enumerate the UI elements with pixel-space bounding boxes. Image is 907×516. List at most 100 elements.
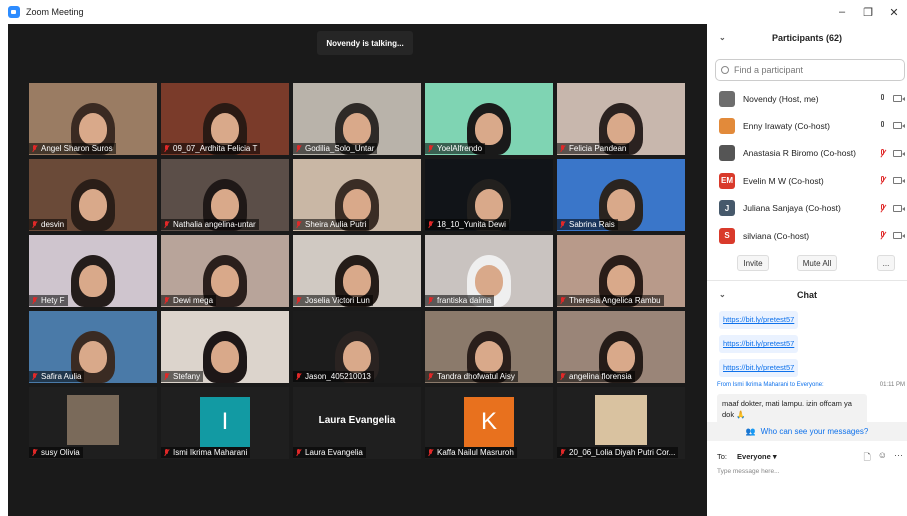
invite-button[interactable]: Invite	[737, 255, 769, 272]
video-tile[interactable]: desvin	[29, 159, 157, 231]
mic-muted-icon[interactable]	[879, 203, 886, 214]
participant-row[interactable]: J Juliana Sanjaya (Co-host)	[707, 195, 907, 222]
participant-name: Sabrina Rais	[569, 220, 615, 229]
tile-name-label: Stefany	[161, 371, 204, 382]
chat-messages: https://bit.ly/pretest57 https://bit.ly/…	[707, 309, 907, 425]
video-tile[interactable]: 20_06_Lolia Diyah Putri Cor...	[557, 387, 685, 459]
camera-off-icon[interactable]	[893, 204, 905, 212]
participant-name: 18_10_Yunita Dewi	[437, 220, 506, 229]
chat-input[interactable]: Type message here...	[717, 468, 780, 475]
video-tile[interactable]: Godilia_Solo_Untar	[293, 83, 421, 155]
mic-muted-icon[interactable]	[879, 230, 886, 241]
participant-name: desvin	[41, 220, 65, 229]
mic-muted-icon	[427, 220, 434, 229]
recipient-select[interactable]: Everyone ▾	[737, 452, 777, 461]
mic-muted-icon	[295, 372, 302, 381]
video-tile[interactable]: Jason_405210013	[293, 311, 421, 383]
tile-name-label: Theresia Angelica Rambu	[557, 295, 664, 306]
video-tile[interactable]: YoelAlfrendo	[425, 83, 553, 155]
participant-actions: Invite Mute All ...	[707, 249, 907, 277]
side-panel: ⌄ Participants (62) Find a participant N…	[707, 24, 907, 516]
person-face	[79, 113, 107, 145]
mic-muted-icon	[295, 296, 302, 305]
video-tile[interactable]: I Ismi Ikrima Maharani	[161, 387, 289, 459]
participant-name: Anastasia R Biromo (Co-host)	[743, 148, 856, 159]
person-face	[79, 189, 107, 221]
participant-search-input[interactable]: Find a participant	[715, 59, 905, 81]
participant-row[interactable]: Ssilviana (Co-host)	[707, 222, 907, 249]
chat-tools: 🗋 ☺ ⋯	[864, 450, 903, 466]
mic-icon[interactable]	[879, 94, 886, 104]
mic-muted-icon	[31, 448, 38, 457]
person-face	[343, 189, 371, 221]
mic-muted-icon	[559, 448, 566, 457]
video-tile[interactable]: Joselia Victori Lun	[293, 235, 421, 307]
file-icon[interactable]: 🗋	[864, 450, 871, 466]
collapse-chat-chevron-icon[interactable]: ⌄	[719, 290, 726, 299]
video-tile[interactable]: Safira Aulia	[29, 311, 157, 383]
mic-muted-icon	[559, 296, 566, 305]
chat-link[interactable]: https://bit.ly/pretest57	[719, 311, 799, 330]
zoom-app-icon	[8, 6, 20, 18]
video-tile[interactable]: Hety F	[29, 235, 157, 307]
mic-muted-icon	[559, 372, 566, 381]
more-button[interactable]: ...	[877, 255, 895, 272]
participant-row[interactable]: Anastasia R Biromo (Co-host)	[707, 140, 907, 167]
mic-muted-icon	[163, 372, 170, 381]
camera-off-icon[interactable]	[893, 149, 905, 157]
tile-center-name: Laura Evangelia	[318, 415, 396, 426]
mic-muted-icon	[427, 448, 434, 457]
tile-name-label: Jason_405210013	[293, 371, 374, 382]
video-tile[interactable]: Nathalia angelina-untar	[161, 159, 289, 231]
mic-icon[interactable]	[879, 121, 886, 131]
restore-button[interactable]: ❐	[855, 0, 881, 24]
close-button[interactable]: ✕	[881, 0, 907, 24]
mic-muted-icon	[559, 144, 566, 153]
video-tile[interactable]: Sabrina Rais	[557, 159, 685, 231]
participant-name: 20_06_Lolia Diyah Putri Cor...	[569, 448, 676, 457]
collapse-chevron-icon[interactable]: ⌄	[719, 33, 726, 42]
avatar: J	[719, 200, 735, 217]
video-tile[interactable]: Theresia Angelica Rambu	[557, 235, 685, 307]
who-can-see-link[interactable]: 👥 Who can see your messages?	[707, 422, 907, 441]
video-tile[interactable]: K Kaffa Nailul Masruroh	[425, 387, 553, 459]
camera-off-icon[interactable]	[893, 95, 905, 102]
video-gallery: Novendy is talking... Angel Sharon Suros…	[8, 24, 707, 516]
chat-link[interactable]: https://bit.ly/pretest57	[719, 359, 799, 378]
video-tile[interactable]: Tandra dhofwatul Aisy	[425, 311, 553, 383]
more-icon[interactable]: ⋯	[894, 450, 903, 466]
video-tile[interactable]: Sheira Aulia Putri	[293, 159, 421, 231]
mic-muted-icon[interactable]	[879, 176, 886, 186]
tile-name-label: Dewi mega	[161, 295, 217, 306]
search-icon	[721, 66, 729, 74]
mic-muted-icon	[31, 296, 38, 305]
video-tile[interactable]: angelina florensia	[557, 311, 685, 383]
mute-all-button[interactable]: Mute All	[797, 255, 837, 272]
video-tile[interactable]: Dewi mega	[161, 235, 289, 307]
video-tile[interactable]: Laura Evangelia Laura Evangelia	[293, 387, 421, 459]
participant-row[interactable]: Novendy (Host, me)	[707, 85, 907, 112]
person-face	[607, 189, 635, 221]
mic-muted-icon	[559, 220, 566, 229]
person-face	[475, 341, 503, 373]
video-tile[interactable]: 18_10_Yunita Dewi	[425, 159, 553, 231]
window-controls: – ❐ ✕	[829, 0, 907, 24]
video-tile[interactable]: Stefany	[161, 311, 289, 383]
minimize-button[interactable]: –	[829, 0, 855, 24]
video-tile[interactable]: 09_07_Ardhita Felicia T	[161, 83, 289, 155]
video-tile[interactable]: susy Olivia	[29, 387, 157, 459]
mic-muted-icon	[31, 144, 38, 153]
participant-row[interactable]: EM Evelin M W (Co-host)	[707, 167, 907, 194]
video-tile[interactable]: frantiska daima	[425, 235, 553, 307]
participant-name: YoelAlfrendo	[437, 144, 483, 153]
video-tile[interactable]: Angel Sharon Suros	[29, 83, 157, 155]
participant-row[interactable]: Enny Irawaty (Co-host)	[707, 112, 907, 139]
mic-muted-icon[interactable]	[879, 148, 886, 159]
camera-off-icon[interactable]	[893, 122, 905, 130]
chat-link[interactable]: https://bit.ly/pretest57	[719, 335, 799, 354]
video-tile[interactable]: Felicia Pandean	[557, 83, 685, 155]
camera-off-icon[interactable]	[893, 177, 905, 185]
camera-off-icon[interactable]	[893, 231, 905, 239]
person-face	[607, 265, 635, 297]
emoji-icon[interactable]: ☺	[878, 450, 887, 466]
